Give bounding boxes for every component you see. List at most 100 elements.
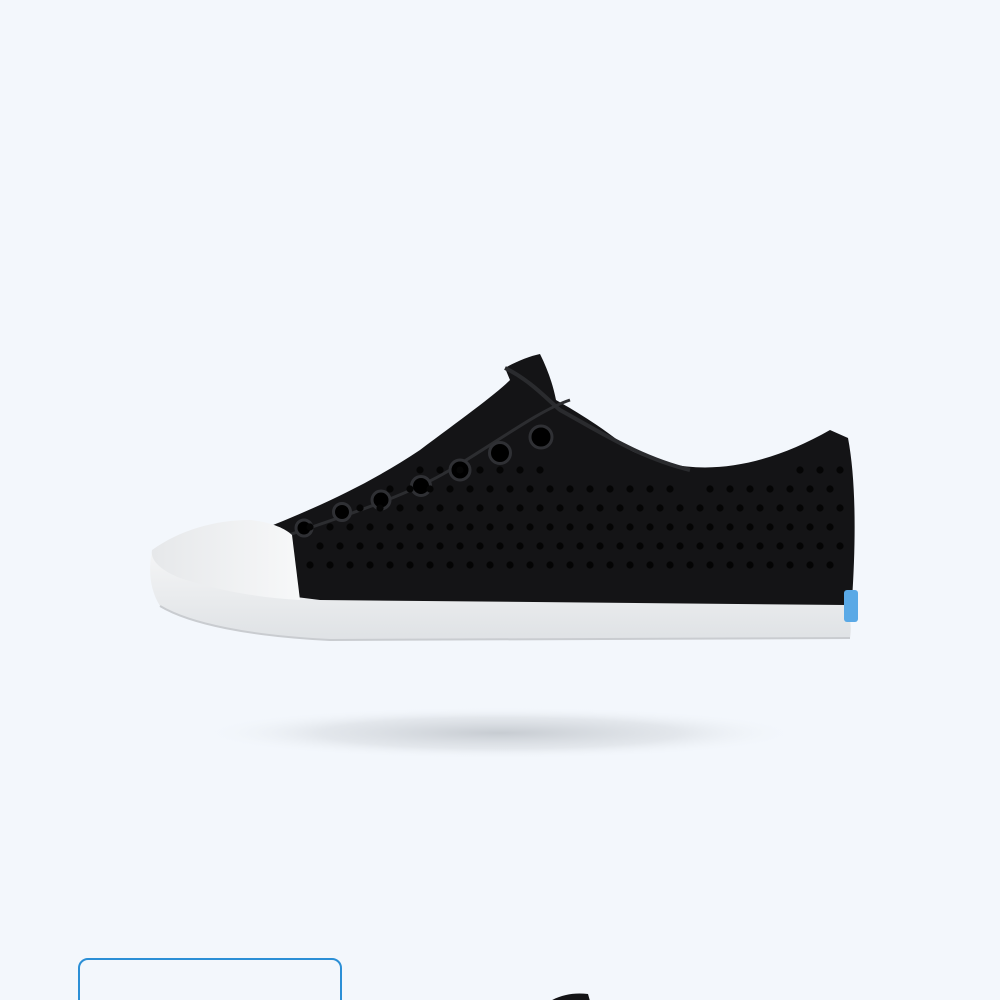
- perforation-hole: [506, 485, 514, 493]
- perforation-hole: [356, 542, 364, 550]
- perforation-hole: [756, 504, 764, 512]
- perforation-hole: [566, 523, 574, 531]
- perforation-hole: [546, 561, 554, 569]
- perforation-hole: [646, 523, 654, 531]
- perforation-hole: [426, 523, 434, 531]
- perforation-hole: [806, 561, 814, 569]
- perforation-hole: [366, 523, 374, 531]
- perforation-hole: [686, 561, 694, 569]
- perforation-hole: [326, 523, 334, 531]
- perforation-hole: [326, 561, 334, 569]
- perforation-hole: [836, 504, 844, 512]
- perforation-hole: [416, 466, 424, 474]
- perforation-hole: [446, 561, 454, 569]
- perforation-hole: [486, 561, 494, 569]
- perforation-hole: [826, 523, 834, 531]
- perforation-hole: [436, 466, 444, 474]
- perforation-hole: [676, 542, 684, 550]
- perforation-hole: [586, 523, 594, 531]
- perforation-hole: [606, 485, 614, 493]
- perforation-hole: [346, 561, 354, 569]
- sneaker-image: [150, 354, 858, 759]
- perforation-hole: [756, 542, 764, 550]
- perforation-hole: [666, 485, 674, 493]
- perforation-hole: [786, 485, 794, 493]
- perforation-hole: [626, 485, 634, 493]
- perforation-hole: [736, 542, 744, 550]
- perforation-hole: [566, 485, 574, 493]
- main-product-image[interactable]: [0, 0, 1000, 940]
- perforation-hole: [466, 485, 474, 493]
- perforation-hole: [666, 561, 674, 569]
- perforation-hole: [396, 542, 404, 550]
- shoe-shadow: [200, 707, 800, 759]
- perforation-hole: [546, 485, 554, 493]
- perforation-hole: [466, 561, 474, 569]
- perforation-hole: [526, 523, 534, 531]
- perforation-hole: [486, 523, 494, 531]
- thumbnail-second[interactable]: [500, 988, 610, 1000]
- perforation-hole: [406, 485, 414, 493]
- perforation-hole: [516, 504, 524, 512]
- perforation-hole: [516, 466, 524, 474]
- perforation-hole: [726, 485, 734, 493]
- perforation-hole: [656, 504, 664, 512]
- perforation-hole: [376, 542, 384, 550]
- perforation-hole: [836, 466, 844, 474]
- perforation-hole: [426, 485, 434, 493]
- perforation-hole: [456, 466, 464, 474]
- perforation-hole: [636, 542, 644, 550]
- perforation-hole: [456, 542, 464, 550]
- perforation-hole: [526, 485, 534, 493]
- perforation-hole: [706, 523, 714, 531]
- perforation-hole: [766, 561, 774, 569]
- perforation-hole: [716, 504, 724, 512]
- perforation-hole: [806, 523, 814, 531]
- perforation-hole: [786, 561, 794, 569]
- perforation-hole: [336, 542, 344, 550]
- sneaker-thumbnail-icon: [552, 993, 590, 1000]
- perforation-hole: [386, 561, 394, 569]
- perforation-hole: [766, 485, 774, 493]
- perforation-hole: [816, 504, 824, 512]
- perforation-hole: [516, 542, 524, 550]
- perforation-hole: [796, 542, 804, 550]
- perforation-hole: [616, 504, 624, 512]
- perforation-hole: [376, 504, 384, 512]
- perforation-hole: [696, 542, 704, 550]
- perforation-hole: [826, 485, 834, 493]
- perforation-hole: [736, 504, 744, 512]
- perforation-hole: [726, 561, 734, 569]
- perforation-hole: [796, 466, 804, 474]
- perforation-hole: [556, 504, 564, 512]
- perforation-hole: [356, 504, 364, 512]
- perforation-hole: [576, 542, 584, 550]
- perforation-hole: [566, 561, 574, 569]
- product-gallery: [0, 0, 1000, 1000]
- perforation-hole: [476, 542, 484, 550]
- perforation-hole: [826, 561, 834, 569]
- perforation-hole: [686, 523, 694, 531]
- perforation-hole: [446, 523, 454, 531]
- perforation-hole: [696, 504, 704, 512]
- perforation-hole: [616, 542, 624, 550]
- perforation-hole: [366, 561, 374, 569]
- thumbnail-selected[interactable]: [78, 958, 342, 1000]
- perforation-hole: [306, 523, 314, 531]
- perforation-hole: [636, 504, 644, 512]
- perforation-hole: [746, 523, 754, 531]
- perforation-hole: [396, 504, 404, 512]
- perforation-hole: [436, 504, 444, 512]
- perforation-hole: [776, 504, 784, 512]
- perforation-hole: [626, 523, 634, 531]
- perforation-hole: [476, 466, 484, 474]
- perforation-hole: [426, 561, 434, 569]
- perforation-hole: [586, 485, 594, 493]
- perforation-hole: [536, 504, 544, 512]
- perforation-hole: [776, 542, 784, 550]
- perforation-hole: [406, 561, 414, 569]
- perforation-hole: [766, 523, 774, 531]
- perforation-hole: [556, 542, 564, 550]
- perforation-hole: [596, 542, 604, 550]
- perforation-hole: [726, 523, 734, 531]
